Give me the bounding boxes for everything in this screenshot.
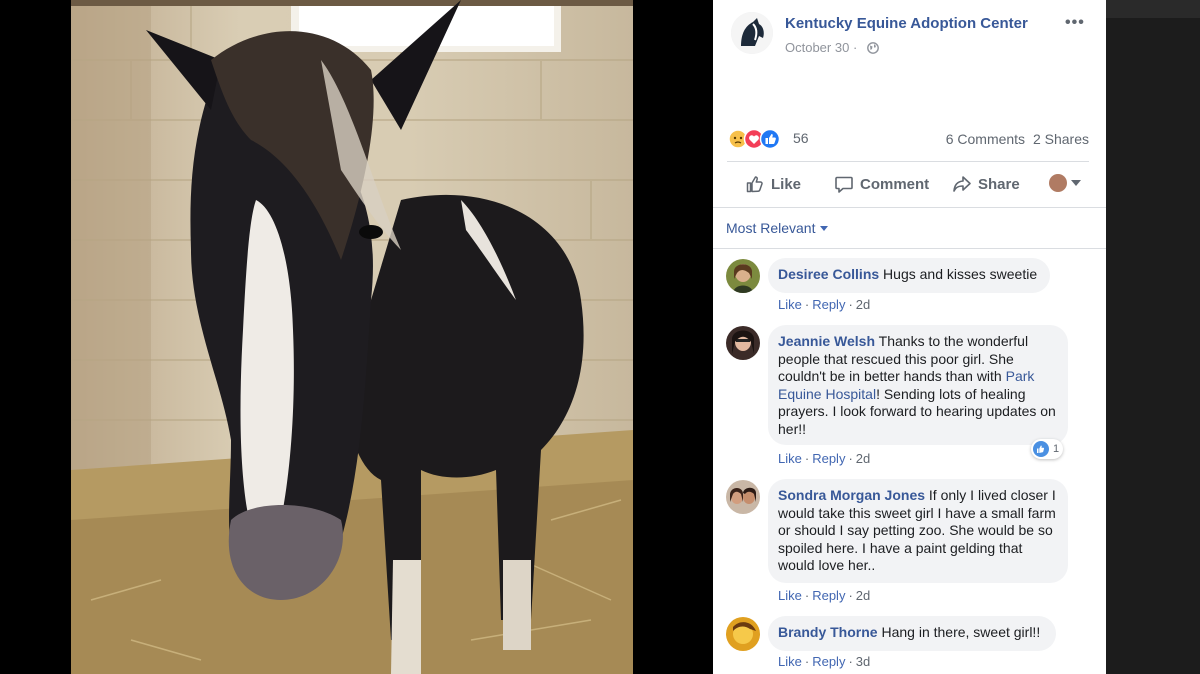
comment-icon	[835, 176, 853, 193]
comment-actions: Like · Reply · 2d	[778, 588, 871, 603]
comment-reply-link[interactable]: Reply	[812, 297, 845, 312]
divider	[727, 161, 1089, 162]
comment-like-badge[interactable]: 1	[1031, 439, 1064, 459]
chevron-down-icon	[1071, 180, 1081, 186]
like-button-label: Like	[771, 175, 802, 193]
more-options-icon[interactable]: •••	[1065, 14, 1085, 32]
reactions-row: 56 6 Comments 2 Shares	[727, 124, 1089, 152]
page-name-link[interactable]: Kentucky Equine Adoption Center	[785, 15, 1028, 32]
like-button[interactable]: Like	[745, 166, 801, 202]
comment-actions: Like · Reply · 2d	[778, 297, 871, 312]
horse-photo-image	[71, 0, 633, 674]
avatar[interactable]	[726, 259, 760, 293]
comment-text: Hugs and kisses sweetie	[883, 266, 1038, 282]
page-avatar[interactable]	[731, 12, 773, 54]
comment-bubble: Sondra Morgan Jones If only I lived clos…	[768, 479, 1068, 583]
comment-bubble: Desiree Collins Hugs and kisses sweetie	[768, 258, 1050, 293]
like-reaction-icon	[1033, 441, 1049, 457]
divider	[713, 207, 1106, 208]
comment-author[interactable]: Desiree Collins	[778, 266, 879, 282]
comment-reply-link[interactable]: Reply	[812, 451, 845, 466]
current-user-avatar	[1049, 174, 1067, 192]
avatar[interactable]	[726, 326, 760, 360]
comment-like-link[interactable]: Like	[778, 297, 802, 312]
comment-actions: Like · Reply · 3d	[778, 654, 871, 669]
reaction-count[interactable]: 56	[793, 130, 809, 146]
comment-share-counts: 6 Comments 2 Shares	[942, 131, 1089, 147]
comment-reply-link[interactable]: Reply	[812, 654, 845, 669]
comment-age[interactable]: 2d	[856, 297, 870, 312]
post-panel: Kentucky Equine Adoption Center October …	[713, 0, 1106, 674]
chevron-down-icon	[820, 225, 829, 231]
share-icon	[953, 176, 971, 192]
meta-separator: ·	[852, 40, 858, 55]
avatar[interactable]	[726, 617, 760, 651]
comment-bubble: Brandy Thorne Hang in there, sweet girl!…	[768, 616, 1056, 651]
like-reaction-icon	[759, 128, 781, 150]
comment-sort-label: Most Relevant	[726, 220, 816, 236]
comment-like-link[interactable]: Like	[778, 588, 802, 603]
comment-like-link[interactable]: Like	[778, 654, 802, 669]
comment-author[interactable]: Brandy Thorne	[778, 624, 878, 640]
post-header: Kentucky Equine Adoption Center October …	[713, 0, 1106, 60]
horse-logo-icon	[731, 12, 773, 54]
post-actions: Like Comment Share	[727, 166, 1089, 202]
globe-icon[interactable]	[867, 42, 879, 54]
comment-age[interactable]: 2d	[856, 588, 870, 603]
comments-count-link[interactable]: 6 Comments	[946, 131, 1025, 147]
comment-reply-link[interactable]: Reply	[812, 588, 845, 603]
comment-button[interactable]: Comment	[834, 166, 929, 202]
comment-actions: Like · Reply · 2d	[778, 451, 871, 466]
post-date[interactable]: October 30	[785, 40, 849, 55]
thumbs-up-icon	[746, 176, 763, 193]
profile-switcher[interactable]	[1049, 174, 1081, 192]
comment-age[interactable]: 3d	[856, 654, 870, 669]
share-button-label: Share	[978, 175, 1020, 193]
top-bar-fragment	[1106, 0, 1200, 18]
comment-author[interactable]: Sondra Morgan Jones	[778, 487, 925, 503]
comment-text: Hang in there, sweet girl!!	[881, 624, 1041, 640]
post-meta: October 30 ·	[785, 40, 879, 55]
comment-author[interactable]: Jeannie Welsh	[778, 333, 875, 349]
share-button[interactable]: Share	[952, 166, 1020, 202]
comment-sort-select[interactable]: Most Relevant	[726, 220, 829, 236]
avatar[interactable]	[726, 480, 760, 514]
comment-button-label: Comment	[860, 175, 930, 193]
divider	[713, 248, 1106, 249]
shares-count-link[interactable]: 2 Shares	[1033, 131, 1089, 147]
post-photo[interactable]	[71, 0, 633, 674]
comment-like-count: 1	[1053, 443, 1060, 455]
comment-bubble: Jeannie Welsh Thanks to the wonderful pe…	[768, 325, 1068, 445]
comment-age[interactable]: 2d	[856, 451, 870, 466]
reaction-icons[interactable]	[727, 126, 791, 150]
comment-like-link[interactable]: Like	[778, 451, 802, 466]
right-background-strip	[1106, 0, 1200, 674]
